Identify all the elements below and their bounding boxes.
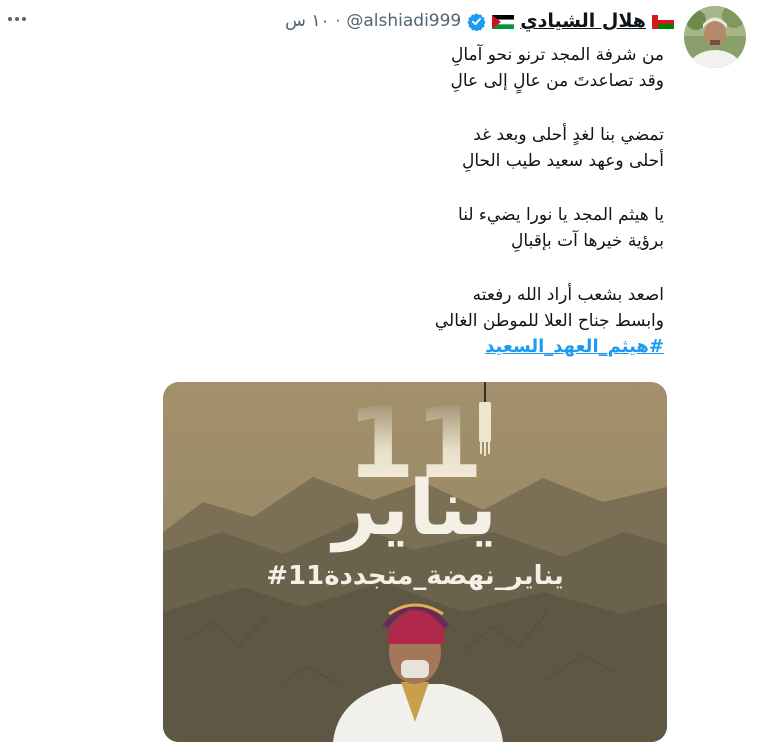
tweet-timestamp[interactable]: ١٠ س [285, 11, 329, 31]
oman-flag-icon [652, 14, 674, 29]
hashtag-link[interactable]: #هيثم_العهد_السعيد [485, 336, 664, 357]
more-icon [8, 17, 26, 21]
tweet: هلال الشيادي @alshiadi999 · ١٠ س من شرفة… [0, 0, 768, 742]
tweet-text-line: تمضي بنا لغدٍ أحلى وبعد غد [473, 125, 664, 145]
tweet-text: من شرفة المجد ترنو نحو آمالِ وقد تصاعدتَ… [144, 42, 664, 360]
tweet-text-gap [144, 94, 664, 122]
tweet-text-gap [144, 254, 664, 282]
tweet-text-gap [144, 174, 664, 202]
avatar[interactable] [684, 6, 746, 68]
media-big-word: يناير [329, 463, 497, 553]
tweet-text-line: اصعد بشعب أراد الله رفعته [472, 285, 664, 305]
author-handle[interactable]: @alshiadi999 [346, 11, 461, 31]
media-caption: #11يناير_نهضة_متجددة [266, 561, 564, 591]
tweet-text-line: من شرفة المجد ترنو نحو آمالِ [450, 45, 664, 65]
author-display-name[interactable]: هلال الشيادي [520, 10, 646, 32]
tweet-text-line: يا هيثم المجد يا نورا يضيء لنا [458, 205, 664, 225]
tweet-header: هلال الشيادي @alshiadi999 · ١٠ س [285, 6, 674, 36]
palestine-flag-icon [492, 14, 515, 29]
tweet-media-image[interactable]: 11 يناير #11يناير_نهضة_متجددة [163, 382, 667, 742]
separator-dot: · [335, 12, 341, 30]
tweet-text-line: برؤية خيرها آت بإقبالِ [511, 231, 664, 251]
verified-badge-icon [467, 12, 486, 32]
tweet-text-line: وقد تصاعدتَ من عالٍ إلى عالِ [450, 71, 664, 91]
more-options-button[interactable] [2, 6, 32, 32]
tweet-text-line: أحلى وعهد سعيد طيب الحالِ [461, 151, 664, 171]
tweet-text-line: وابسط جناح العلا للموطن الغالي [434, 311, 664, 331]
